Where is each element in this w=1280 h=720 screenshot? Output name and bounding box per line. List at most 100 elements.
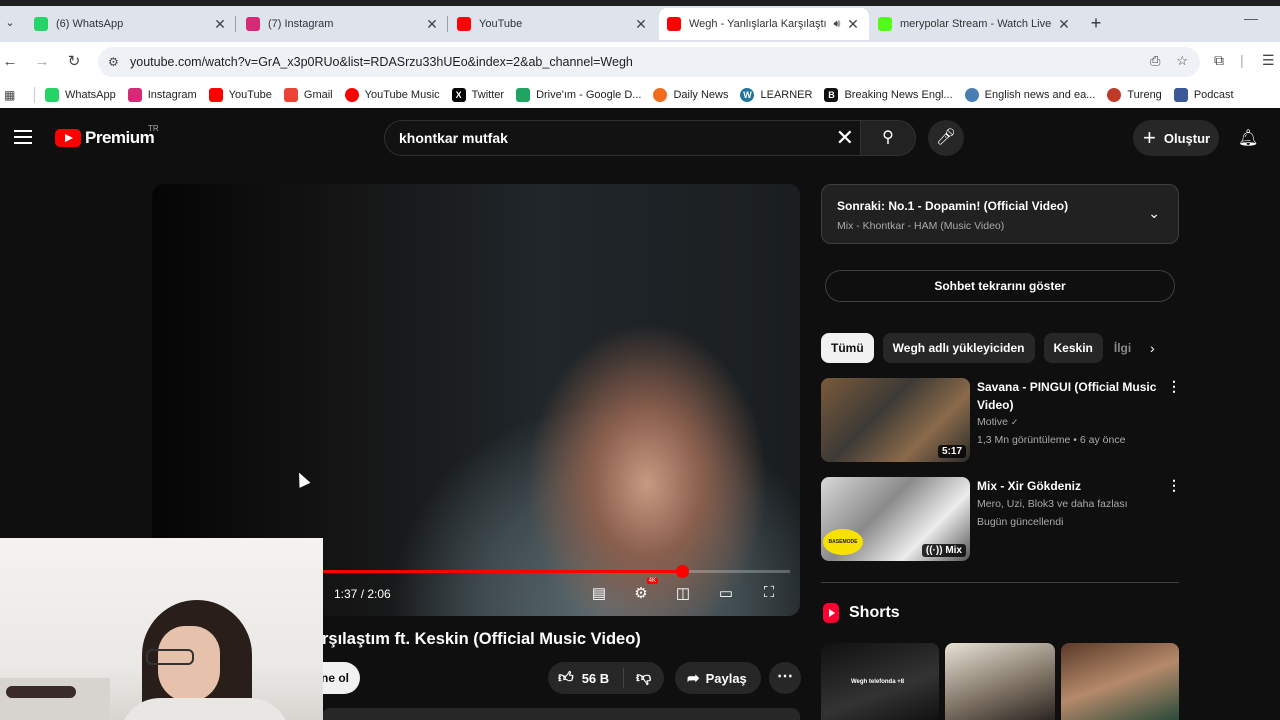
url-text[interactable]: youtube.com/watch?v=GrA_x3p0RUo&list=RDA… [130, 55, 633, 69]
radio-waves-icon: ((·)) [925, 545, 946, 556]
short-thumbnail[interactable] [945, 643, 1055, 720]
more-actions-icon[interactable]: ⋯ [769, 662, 801, 694]
menu-hamburger-icon[interactable] [14, 130, 32, 144]
webcam-overlay [0, 538, 323, 720]
short-thumbnail[interactable] [1061, 643, 1179, 720]
channel-name[interactable]: Mero, Uzi, Blok3 ve daha fazlası [977, 498, 1128, 510]
bookmark-tureng[interactable]: Tureng [1107, 88, 1162, 102]
speaker-icon[interactable]: 🔊︎ [829, 18, 845, 31]
install-app-icon[interactable]: ⎙ [1150, 53, 1160, 69]
browser-tab-wegh[interactable]: Wegh - Yanlışlarla Karşılaştı 🔊︎ ✕ [659, 8, 869, 40]
shorts-icon [823, 603, 839, 623]
dislike-button[interactable]: 👎︎ [624, 669, 651, 687]
back-arrow-icon[interactable]: ← [0, 52, 20, 72]
miniplayer-icon[interactable]: ◫ [672, 584, 694, 602]
reload-icon[interactable]: ↻ [64, 52, 84, 72]
search-input[interactable]: khontkar mutfak ✕ [384, 120, 862, 156]
youtube-icon [457, 17, 471, 31]
short-thumbnail[interactable]: Wegh telefonda +8 [821, 643, 939, 720]
close-icon[interactable]: ✕ [424, 16, 440, 33]
create-button[interactable]: + Oluştur [1133, 120, 1219, 156]
mix-badge: ((·)) Mix [921, 544, 966, 557]
browser-tab-kick[interactable]: merypolar Stream - Watch Live ✕ [870, 8, 1080, 40]
fullscreen-icon[interactable]: ⛶ [758, 584, 780, 601]
tab-title: Wegh - Yanlışlarla Karşılaştı [689, 18, 827, 30]
bookmark-youtube-music[interactable]: YouTube Music [344, 88, 440, 102]
bookmark-label: Tureng [1127, 89, 1162, 101]
mix-label: Mix [945, 545, 962, 556]
bookmark-breaking-news[interactable]: B Breaking News Engl... [824, 88, 953, 102]
forward-arrow-icon[interactable]: → [32, 52, 52, 72]
scrubber-handle[interactable] [676, 565, 689, 578]
search-query[interactable]: khontkar mutfak [399, 130, 508, 146]
minimize-icon[interactable]: — [1244, 10, 1258, 26]
channel-name[interactable]: Motive ✓ [977, 416, 1018, 428]
clear-search-icon[interactable]: ✕ [836, 127, 854, 149]
browser-tab-youtube[interactable]: YouTube ✕ [449, 8, 657, 40]
youtube-premium-logo[interactable]: Premium TR [55, 124, 159, 148]
bookmark-label: English news and ea... [984, 89, 1096, 101]
bookmark-instagram[interactable]: Instagram [127, 88, 197, 102]
close-icon[interactable]: ✕ [212, 16, 228, 33]
bookmarks-divider [34, 87, 35, 103]
site-info-icon[interactable]: ⚙ [108, 55, 126, 69]
bookmark-podcast[interactable]: Podcast [1173, 88, 1234, 102]
close-icon[interactable]: ✕ [845, 16, 861, 33]
chip-all[interactable]: Tümü [821, 333, 874, 363]
bookmark-english-news[interactable]: English news and ea... [964, 88, 1096, 102]
video-thumbnail[interactable]: 5:17 [821, 378, 970, 462]
apps-grid-icon[interactable]: ▦ [4, 88, 20, 102]
recommendation-title[interactable]: Savana - PINGUI (Official Music Video) [977, 378, 1157, 414]
up-next-panel[interactable]: Sonraki: No.1 - Dopamin! (Official Video… [821, 184, 1179, 244]
bookmark-label: Instagram [147, 89, 197, 101]
recommendation-title[interactable]: Mix - Xir Gökdeniz [977, 477, 1157, 495]
bookmark-learner[interactable]: W LEARNER [740, 88, 812, 102]
wordpress-icon: W [740, 88, 755, 102]
plus-icon: + [1143, 125, 1156, 150]
whatsapp-icon [34, 17, 48, 31]
bookmark-label: Twitter [471, 89, 505, 101]
voice-search-mic-icon[interactable]: 🎤︎ [928, 120, 964, 156]
theater-mode-icon[interactable]: ▭ [715, 584, 737, 602]
bookmark-daily-news[interactable]: Daily News [653, 88, 728, 102]
close-icon[interactable]: ✕ [1056, 16, 1072, 33]
share-button[interactable]: ➦ Paylaş [675, 662, 761, 694]
new-tab-button[interactable]: + [1086, 13, 1106, 33]
bookmark-whatsapp[interactable]: WhatsApp [45, 88, 116, 102]
like-button[interactable]: 👍︎ 56 B [548, 668, 624, 688]
tab-title: YouTube [479, 18, 523, 30]
notifications-bell-icon[interactable]: 🔔︎ [1238, 128, 1258, 148]
browser-tab-whatsapp[interactable]: (6) WhatsApp ✕ [26, 8, 236, 40]
chip-related[interactable]: İlgi [1112, 333, 1134, 363]
bookmark-google-drive[interactable]: Drive'ım - Google D... [516, 88, 641, 102]
search-button[interactable]: ⚲ [860, 120, 916, 156]
subtitles-icon[interactable]: ▤ [588, 584, 610, 602]
settings-gear-icon[interactable]: ⚙ 4K [630, 578, 658, 602]
country-code: TR [148, 124, 159, 133]
more-vertical-icon[interactable]: ⋮ [1167, 378, 1181, 395]
shorts-heading: Shorts [823, 603, 900, 623]
tab-search-chevron-icon[interactable]: ⌄ [2, 14, 18, 32]
extensions-icon[interactable]: ⧉ [1214, 52, 1224, 69]
description-box[interactable] [322, 708, 800, 720]
recommendation-item[interactable]: BASEMODE ((·)) Mix Mix - Xir Gökdeniz Me… [821, 477, 1181, 563]
share-arrow-icon: ➦ [687, 670, 700, 687]
browser-tab-instagram[interactable]: (7) Instagram ✕ [238, 8, 448, 40]
bookmark-youtube[interactable]: YouTube [208, 88, 272, 102]
reading-list-icon[interactable]: ☰ [1262, 52, 1275, 69]
more-vertical-icon[interactable]: ⋮ [1167, 477, 1181, 494]
chip-from-uploader[interactable]: Wegh adlı yükleyiciden [882, 333, 1035, 363]
chip-keskin[interactable]: Keskin [1043, 333, 1103, 363]
mix-thumbnail[interactable]: BASEMODE ((·)) Mix [821, 477, 970, 561]
chevron-down-icon[interactable]: ⌄ [1148, 205, 1160, 222]
close-icon[interactable]: ✕ [633, 16, 649, 33]
bookmark-gmail[interactable]: Gmail [283, 88, 333, 102]
address-bar[interactable]: ⚙ youtube.com/watch?v=GrA_x3p0RUo&list=R… [98, 47, 1200, 77]
bookmark-label: Podcast [1193, 89, 1234, 101]
chevron-right-icon[interactable]: › [1150, 340, 1155, 356]
recommendation-item[interactable]: 5:17 Savana - PINGUI (Official Music Vid… [821, 378, 1181, 464]
podcast-icon [1173, 88, 1188, 102]
bookmark-twitter[interactable]: X Twitter [451, 88, 505, 102]
show-chat-replay-button[interactable]: Sohbet tekrarını göster [825, 270, 1175, 302]
bookmark-star-icon[interactable]: ☆ [1176, 53, 1188, 69]
